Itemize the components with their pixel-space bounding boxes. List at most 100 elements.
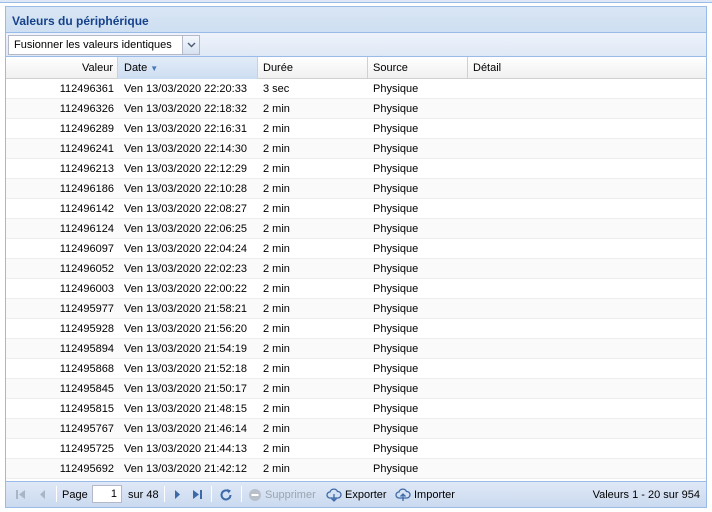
cell-duree: 2 min	[263, 243, 290, 255]
cell-date: Ven 13/03/2020 22:06:25	[124, 223, 247, 235]
prev-page-icon[interactable]	[34, 486, 50, 503]
cell-source: Physique	[373, 163, 419, 175]
merge-select[interactable]: Fusionner les valeurs identiques	[8, 35, 200, 55]
cell-detail	[468, 359, 706, 379]
cell-source: Physique	[373, 343, 419, 355]
cell-valeur: 112495692	[59, 463, 114, 475]
table-row[interactable]: 112495815 Ven 13/03/2020 21:48:15 2 min Phy…	[6, 399, 706, 419]
cell-valeur: 112496213	[59, 163, 114, 175]
cell-valeur: 112495977	[59, 303, 114, 315]
cell-date: Ven 13/03/2020 22:18:32	[124, 103, 247, 115]
sort-desc-icon: ▼	[150, 64, 159, 73]
cell-source: Physique	[373, 183, 419, 195]
cell-duree: 2 min	[263, 163, 290, 175]
import-button[interactable]: Importer	[395, 486, 455, 503]
table-row[interactable]: 112495977 Ven 13/03/2020 21:58:21 2 min Phy…	[6, 299, 706, 319]
table-row[interactable]: 112496052 Ven 13/03/2020 22:02:23 2 min Phy…	[6, 259, 706, 279]
cell-valeur: 112495815	[59, 403, 114, 415]
cell-detail	[468, 239, 706, 259]
table-row[interactable]: 112496097 Ven 13/03/2020 22:04:24 2 min Phy…	[6, 239, 706, 259]
cell-duree: 2 min	[263, 423, 290, 435]
cell-date: Ven 13/03/2020 22:16:31	[124, 123, 247, 135]
table-row[interactable]: 112495868 Ven 13/03/2020 21:52:18 2 min Phy…	[6, 359, 706, 379]
cell-detail	[468, 339, 706, 359]
cell-date: Ven 13/03/2020 22:20:33	[124, 83, 247, 95]
table-row[interactable]: 112495767 Ven 13/03/2020 21:46:14 2 min Phy…	[6, 419, 706, 439]
cell-detail	[468, 419, 706, 439]
table-row[interactable]: 112496213 Ven 13/03/2020 22:12:29 2 min Phy…	[6, 159, 706, 179]
cell-detail	[468, 319, 706, 339]
table-row[interactable]: 112496326 Ven 13/03/2020 22:18:32 2 min Phy…	[6, 99, 706, 119]
cell-detail	[468, 259, 706, 279]
page-label: Page	[62, 489, 88, 501]
cell-duree: 2 min	[263, 363, 290, 375]
table-row[interactable]: 112495845 Ven 13/03/2020 21:50:17 2 min Phy…	[6, 379, 706, 399]
column-label: Valeur	[82, 62, 113, 74]
table-row[interactable]: 112495692 Ven 13/03/2020 21:42:12 2 min Phy…	[6, 459, 706, 479]
cell-duree: 3 sec	[263, 83, 290, 95]
column-label: Date	[124, 62, 148, 74]
page-number-input[interactable]: 1	[92, 485, 122, 503]
cell-duree: 2 min	[263, 143, 290, 155]
cell-source: Physique	[373, 403, 419, 415]
cell-source: Physique	[373, 283, 419, 295]
column-header-date[interactable]: Date ▼	[118, 57, 258, 79]
cell-source: Physique	[373, 103, 419, 115]
cell-valeur: 112496241	[59, 143, 114, 155]
cell-source: Physique	[373, 463, 419, 475]
export-icon	[326, 487, 342, 502]
table-row[interactable]: 112495928 Ven 13/03/2020 21:56:20 2 min Phy…	[6, 319, 706, 339]
cell-valeur: 112495868	[59, 363, 114, 375]
cell-valeur: 112496142	[59, 203, 114, 215]
cell-detail	[468, 279, 706, 299]
cell-source: Physique	[373, 323, 419, 335]
column-header-source[interactable]: Source	[368, 57, 468, 79]
cell-detail	[468, 119, 706, 139]
table-row[interactable]: 112495725 Ven 13/03/2020 21:44:13 2 min Phy…	[6, 439, 706, 459]
column-label: Durée	[263, 62, 293, 74]
column-label: Détail	[473, 62, 502, 74]
cell-valeur: 112495725	[59, 443, 114, 455]
separator	[164, 486, 165, 502]
cell-source: Physique	[373, 83, 419, 95]
table-row[interactable]: 112496003 Ven 13/03/2020 22:00:22 2 min Phy…	[6, 279, 706, 299]
table-row[interactable]: 112496361 Ven 13/03/2020 22:20:33 3 sec Phy…	[6, 79, 706, 99]
export-button[interactable]: Exporter	[326, 486, 387, 503]
table-row[interactable]: 112496124 Ven 13/03/2020 22:06:25 2 min Phy…	[6, 219, 706, 239]
cell-valeur: 112496289	[59, 123, 114, 135]
first-page-icon[interactable]	[12, 486, 28, 503]
column-header-duree[interactable]: Durée	[258, 57, 368, 79]
table-row[interactable]: 112496142 Ven 13/03/2020 22:08:27 2 min Phy…	[6, 199, 706, 219]
cell-detail	[468, 199, 706, 219]
cell-detail	[468, 99, 706, 119]
refresh-icon[interactable]	[217, 486, 235, 503]
table-row[interactable]: 112496241 Ven 13/03/2020 22:14:30 2 min Phy…	[6, 139, 706, 159]
cell-valeur: 112495928	[59, 323, 114, 335]
chevron-down-icon[interactable]	[182, 36, 199, 54]
cell-duree: 2 min	[263, 203, 290, 215]
cell-duree: 2 min	[263, 323, 290, 335]
cell-duree: 2 min	[263, 303, 290, 315]
cell-date: Ven 13/03/2020 22:10:28	[124, 183, 247, 195]
cell-valeur: 112496124	[59, 223, 114, 235]
next-page-icon[interactable]	[169, 486, 185, 503]
column-header-detail[interactable]: Détail	[468, 57, 706, 79]
cell-date: Ven 13/03/2020 22:14:30	[124, 143, 247, 155]
last-page-icon[interactable]	[189, 486, 205, 503]
table-row[interactable]: 112495894 Ven 13/03/2020 21:54:19 2 min Phy…	[6, 339, 706, 359]
cell-duree: 2 min	[263, 383, 290, 395]
import-label: Importer	[414, 488, 455, 501]
cell-source: Physique	[373, 123, 419, 135]
column-header-valeur[interactable]: Valeur	[6, 57, 118, 79]
table-row[interactable]: 112496289 Ven 13/03/2020 22:16:31 2 min Phy…	[6, 119, 706, 139]
device-values-panel: Valeurs du périphérique Fusionner les va…	[5, 6, 707, 508]
cell-duree: 2 min	[263, 123, 290, 135]
delete-button[interactable]: Supprimer	[248, 486, 316, 503]
table-row[interactable]: 112496186 Ven 13/03/2020 22:10:28 2 min Phy…	[6, 179, 706, 199]
cell-date: Ven 13/03/2020 21:56:20	[124, 323, 247, 335]
cell-valeur: 112496186	[59, 183, 114, 195]
cell-duree: 2 min	[263, 263, 290, 275]
cell-valeur: 112496052	[59, 263, 114, 275]
page-total-label: sur 48	[128, 489, 159, 501]
cell-date: Ven 13/03/2020 21:50:17	[124, 383, 247, 395]
